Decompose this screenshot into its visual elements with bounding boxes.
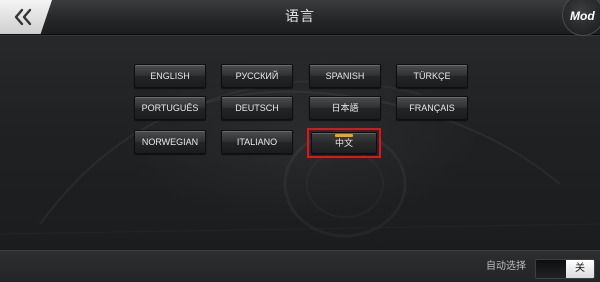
language-option-portuguese[interactable]: PORTUGUÊS [134, 96, 206, 120]
selected-indicator-bar [335, 134, 353, 137]
language-option-chinese[interactable]: 中文 [311, 132, 377, 154]
language-label: SPANISH [325, 71, 365, 81]
toggle-state-label: 关 [566, 260, 594, 278]
language-label: РУССКИЙ [235, 71, 279, 81]
language-label: FRANÇAIS [409, 103, 455, 113]
header-bar: 语言 Mod [0, 0, 600, 36]
language-option-russian[interactable]: РУССКИЙ [221, 64, 293, 88]
page-title: 语言 [285, 9, 315, 25]
car-silhouette-background [0, 80, 600, 238]
language-option-spanish[interactable]: SPANISH [309, 64, 381, 88]
language-label: TÜRKÇE [413, 71, 451, 81]
mod-badge-label: Mod [570, 9, 595, 23]
language-label: 中文 [334, 138, 353, 148]
language-settings-screen: 语言 Mod ENGLISH РУССКИЙ SPANISH TÜRKÇE PO… [0, 0, 600, 282]
language-option-english[interactable]: ENGLISH [134, 64, 206, 88]
language-label: ITALIANO [236, 137, 278, 147]
language-label: 日本語 [331, 103, 359, 113]
language-label: NORWEGIAN [141, 137, 199, 147]
language-option-japanese[interactable]: 日本語 [309, 96, 381, 120]
auto-select-label: 自动选择 [486, 261, 526, 272]
language-option-turkish[interactable]: TÜRKÇE [396, 64, 468, 88]
language-option-french[interactable]: FRANÇAIS [396, 96, 468, 120]
language-option-german[interactable]: DEUTSCH [221, 96, 293, 120]
footer-bar: 自动选择 关 [0, 250, 600, 282]
language-label: DEUTSCH [235, 103, 279, 113]
auto-select-toggle[interactable]: 关 [535, 259, 595, 279]
language-option-italian[interactable]: ITALIANO [221, 130, 293, 154]
language-label: PORTUGUÊS [141, 103, 199, 113]
language-label: ENGLISH [150, 71, 190, 81]
language-option-norwegian[interactable]: NORWEGIAN [134, 130, 206, 154]
